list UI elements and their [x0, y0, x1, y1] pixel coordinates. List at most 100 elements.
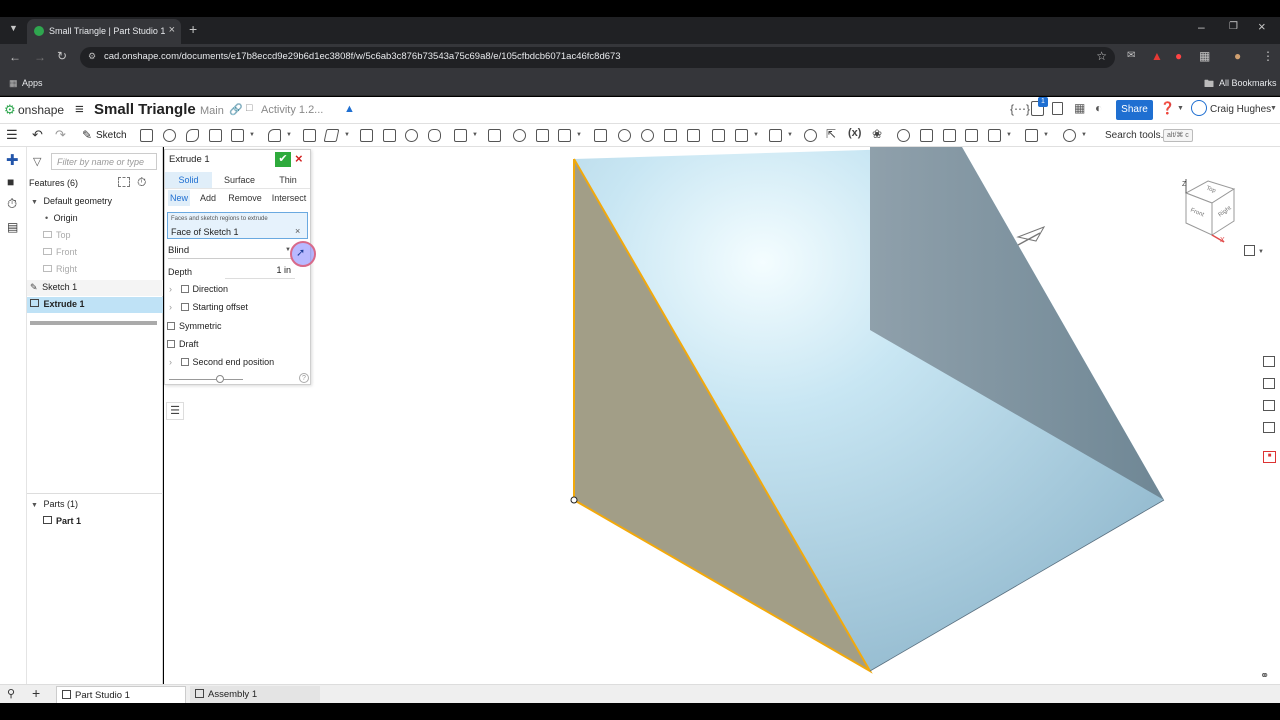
onshape-wordmark[interactable]: onshape	[18, 103, 64, 117]
chevron-down-icon[interactable]: ▼	[286, 132, 292, 138]
timer-icon[interactable]: ⏱	[137, 175, 146, 190]
view-cube-chevron-down-icon[interactable]: ▼	[1258, 249, 1264, 255]
rollback-icon[interactable]	[118, 177, 130, 187]
draft-tool-icon[interactable]	[323, 129, 340, 142]
add-custom-feature-icon[interactable]	[1063, 129, 1076, 142]
right-plane-row[interactable]: Right	[27, 262, 163, 278]
variables-icon[interactable]	[1263, 422, 1275, 433]
graphics-viewport[interactable]: Top Front Right Z X ▼ ⚭	[164, 147, 1280, 684]
all-bookmarks[interactable]: All Bookmarks	[1219, 78, 1277, 88]
sketch1-row[interactable]: ✎ Sketch 1	[27, 280, 163, 296]
manipulator-arrow-icon[interactable]	[1016, 226, 1046, 242]
rollback-bar[interactable]	[30, 321, 157, 325]
redo-icon[interactable]: ↷	[55, 127, 66, 143]
history-icon[interactable]: ⏱	[7, 196, 17, 212]
activity-folder[interactable]: Activity 1.2...	[261, 104, 323, 116]
add-tab-icon[interactable]: +	[32, 685, 40, 701]
draft-checkbox[interactable]	[167, 340, 175, 348]
measure-icon[interactable]	[804, 129, 817, 142]
op-remove-tab[interactable]: Remove	[227, 190, 263, 206]
extension-icon[interactable]: ●	[1175, 49, 1182, 63]
filter-icon[interactable]: ▽	[33, 155, 41, 168]
render-icon[interactable]	[965, 129, 978, 142]
chevron-down-icon[interactable]: ▼	[787, 132, 793, 138]
user-name[interactable]: Craig Hughes	[1210, 104, 1271, 115]
extrude1-row[interactable]: Extrude 1	[27, 297, 163, 313]
transform-tool-icon[interactable]	[558, 129, 571, 142]
tab-part-studio[interactable]: Part Studio 1	[56, 686, 186, 703]
thicken-tool-icon[interactable]	[231, 129, 244, 142]
minimize-icon[interactable]: –	[1198, 20, 1205, 34]
mate-connector-icon[interactable]	[769, 129, 782, 142]
globe-icon[interactable]: ◐	[1095, 101, 1102, 115]
close-tab-icon[interactable]: ×	[169, 24, 175, 36]
address-bar[interactable]: ⚙ cad.onshape.com/documents/e17b8eccd9e2…	[80, 47, 1115, 68]
configurations-icon[interactable]	[1263, 400, 1275, 411]
chevron-down-icon[interactable]: ▼	[753, 132, 759, 138]
maximize-icon[interactable]: ❐	[1229, 21, 1238, 32]
plane-tool-icon[interactable]	[618, 129, 631, 142]
draft-row[interactable]: Draft	[167, 339, 199, 349]
second-end-row[interactable]: › Second end position	[169, 357, 274, 367]
chrome-menu-icon[interactable]: ⋮	[1262, 49, 1274, 63]
bookmark-star-icon[interactable]: ☆	[1096, 49, 1107, 63]
cancel-close-icon[interactable]: ×	[295, 151, 303, 166]
bom-icon[interactable]	[1263, 378, 1275, 389]
feature-list-icon[interactable]: ☰	[6, 127, 18, 143]
chevron-down-icon[interactable]: ▼	[249, 132, 255, 138]
surface-tool-icon[interactable]	[712, 129, 725, 142]
appearance-icon[interactable]	[1263, 356, 1275, 367]
op-new-tab[interactable]: New	[168, 190, 190, 206]
rib-tool-icon[interactable]	[405, 129, 418, 142]
sketch-button[interactable]: Sketch	[96, 130, 127, 141]
frame-tool-icon[interactable]	[735, 129, 748, 142]
learning-cap-icon[interactable]: ▲	[344, 103, 355, 115]
preview-slider-thumb[interactable]	[216, 375, 224, 383]
document-title[interactable]: Small Triangle	[94, 101, 196, 118]
help-question-icon[interactable]: ?	[299, 373, 309, 383]
help-icon[interactable]: ❓	[1160, 101, 1175, 115]
symmetric-checkbox[interactable]	[167, 322, 175, 330]
second-end-checkbox[interactable]	[180, 358, 189, 366]
extrude-tool-icon[interactable]	[140, 129, 153, 142]
starting-offset-row[interactable]: › Starting offset	[169, 302, 248, 312]
default-geometry-row[interactable]: ▼ Default geometry	[27, 194, 163, 210]
part1-row[interactable]: Part 1	[27, 514, 163, 530]
mail-icon[interactable]: ✉	[1127, 50, 1135, 61]
filter-input[interactable]: Filter by name or type	[51, 153, 157, 170]
direction-checkbox[interactable]	[180, 285, 189, 293]
delete-part-icon[interactable]	[594, 129, 607, 142]
display-states-icon[interactable]	[920, 129, 933, 142]
preview-slider-track[interactable]	[169, 379, 243, 380]
sheet-metal-icon[interactable]	[664, 129, 677, 142]
chevron-right-icon[interactable]: ›	[169, 284, 172, 294]
window-close-icon[interactable]: ×	[1258, 19, 1266, 34]
starting-offset-checkbox[interactable]	[180, 303, 189, 311]
remove-selection-icon[interactable]: ×	[295, 226, 300, 236]
chevron-down-icon[interactable]: ▼	[1081, 132, 1087, 138]
branch-label[interactable]: Main	[200, 105, 224, 117]
section-view-icon[interactable]	[943, 129, 956, 142]
origin-row[interactable]: • Origin	[27, 211, 163, 227]
custom-feature-icon[interactable]: ❀	[872, 127, 882, 141]
faces-selection-field[interactable]: Faces and sketch regions to extrude Face…	[167, 212, 308, 239]
back-icon[interactable]: ←	[9, 50, 21, 64]
mirror-tool-icon[interactable]	[488, 129, 501, 142]
helix-tool-icon[interactable]	[641, 129, 654, 142]
symmetric-row[interactable]: Symmetric	[167, 321, 222, 331]
new-tab-icon[interactable]: +	[189, 21, 197, 37]
hole-tool-icon[interactable]	[383, 129, 396, 142]
chevron-right-icon[interactable]: ›	[169, 357, 172, 367]
panel-divider[interactable]	[27, 493, 163, 494]
extensions-puzzle-icon[interactable]: ▦	[1199, 49, 1210, 63]
site-info-icon[interactable]: ⚙	[88, 51, 96, 62]
apps-bookmark[interactable]: Apps	[22, 78, 43, 88]
type-thin-tab[interactable]: Thin	[267, 172, 309, 188]
type-solid-tab[interactable]: Solid	[165, 172, 212, 188]
vr-icon[interactable]: ■	[1263, 451, 1276, 463]
view-tool-icon[interactable]	[1025, 129, 1038, 142]
chevron-down-icon[interactable]: ▼	[31, 502, 38, 509]
user-chevron-down-icon[interactable]: ▼	[1270, 105, 1277, 112]
parts-header-row[interactable]: ▼ Parts (1)	[27, 497, 163, 513]
op-intersect-tab[interactable]: Intersect	[269, 190, 309, 206]
